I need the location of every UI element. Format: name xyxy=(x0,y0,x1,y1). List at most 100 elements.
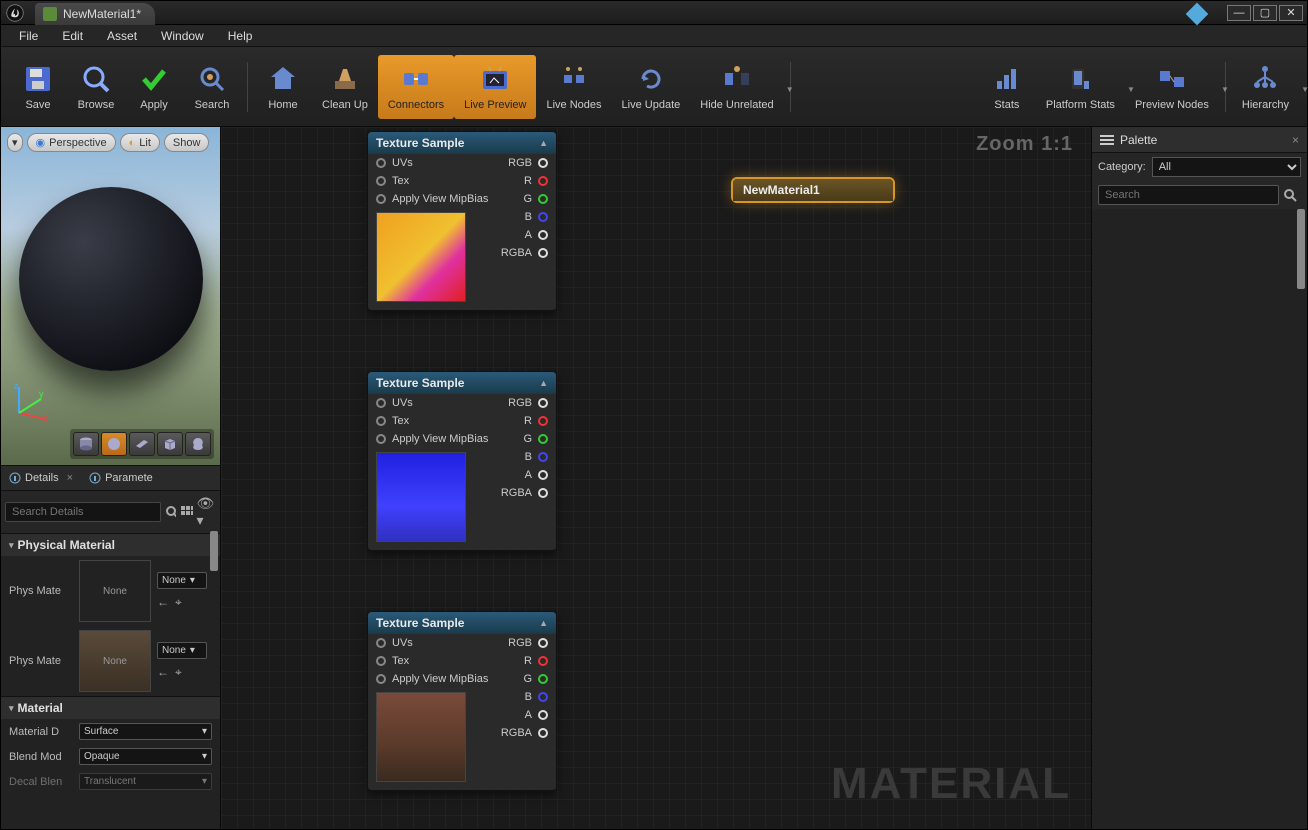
eye-icon[interactable]: 👁▾ xyxy=(197,495,216,529)
close-button[interactable]: ✕ xyxy=(1279,5,1303,21)
toolbar-search-button[interactable]: Search xyxy=(183,55,241,119)
tab-details[interactable]: Details× xyxy=(1,469,81,487)
minimize-button[interactable]: — xyxy=(1227,5,1251,21)
output-pin[interactable] xyxy=(538,158,548,168)
input-pin[interactable] xyxy=(376,674,386,684)
viewport-perspective-button[interactable]: ◉Perspective xyxy=(27,133,116,152)
toolbar-livepreview-button[interactable]: Live Preview xyxy=(454,55,536,119)
palette-search-input[interactable] xyxy=(1098,185,1279,205)
source-control-icon[interactable] xyxy=(1186,2,1209,25)
search-icon[interactable] xyxy=(165,505,176,519)
viewport-options-button[interactable]: ▾ xyxy=(7,133,23,152)
phys-material-thumb-2[interactable]: None xyxy=(79,630,151,692)
output-pin[interactable] xyxy=(538,488,548,498)
output-pin[interactable] xyxy=(538,692,548,702)
viewport-lit-button[interactable]: ◐Lit xyxy=(120,133,160,152)
input-pin[interactable] xyxy=(376,194,386,204)
browse-to-icon[interactable]: ⌖ xyxy=(175,595,182,610)
dropdown-icon[interactable]: ▼ xyxy=(1301,85,1308,94)
toolbar-home-button[interactable]: Home xyxy=(254,55,312,119)
toolbar-browse-button[interactable]: Browse xyxy=(67,55,125,119)
toolbar-hierarchy-button[interactable]: Hierarchy▼ xyxy=(1232,55,1299,119)
output-pin[interactable] xyxy=(538,728,548,738)
search-icon[interactable] xyxy=(1279,185,1301,205)
preview-viewport[interactable]: ▾ ◉Perspective ◐Lit Show zxy xyxy=(1,127,220,465)
menu-asset[interactable]: Asset xyxy=(97,27,147,45)
toolbar-liveupdate-button[interactable]: Live Update xyxy=(612,55,691,119)
phys-material-combo-2[interactable]: None▾ xyxy=(157,642,207,659)
blend-mode-combo[interactable]: Opaque▾ xyxy=(79,748,212,765)
output-pin[interactable] xyxy=(538,230,548,240)
input-pin[interactable] xyxy=(376,656,386,666)
output-pin[interactable] xyxy=(538,212,548,222)
output-pin[interactable] xyxy=(538,248,548,258)
use-selected-icon[interactable]: ← xyxy=(157,595,169,610)
use-selected-icon-2[interactable]: ← xyxy=(157,665,169,680)
menu-edit[interactable]: Edit xyxy=(52,27,93,45)
output-pin[interactable] xyxy=(538,416,548,426)
collapse-icon[interactable]: ▲ xyxy=(539,618,548,628)
output-pin[interactable] xyxy=(538,452,548,462)
toolbar-platformstats-button[interactable]: Platform Stats▼ xyxy=(1036,55,1125,119)
output-pin[interactable] xyxy=(538,434,548,444)
collapse-icon[interactable]: ▲ xyxy=(539,138,548,148)
material-graph[interactable]: Zoom 1:1 MATERIAL Texture Sample▲UVsRGBT… xyxy=(221,127,1091,829)
toolbar-save-button[interactable]: Save xyxy=(9,55,67,119)
output-pin[interactable] xyxy=(538,710,548,720)
toolbar-stats-button[interactable]: Stats xyxy=(978,55,1036,119)
menu-help[interactable]: Help xyxy=(218,27,263,45)
output-pin[interactable] xyxy=(538,470,548,480)
texture-sample-node[interactable]: Texture Sample▲UVsRGBTexRApply View MipB… xyxy=(367,611,557,791)
texture-sample-node[interactable]: Texture Sample▲UVsRGBTexRApply View MipB… xyxy=(367,131,557,311)
palette-close-icon[interactable]: × xyxy=(1292,133,1299,147)
shape-custom-button[interactable] xyxy=(185,432,211,456)
toolbar-apply-button[interactable]: Apply xyxy=(125,55,183,119)
scrollbar[interactable] xyxy=(1297,209,1305,289)
category-physical-material[interactable]: Physical Material xyxy=(1,533,220,556)
matrix-icon[interactable] xyxy=(180,505,193,519)
collapse-icon[interactable]: ▲ xyxy=(539,378,548,388)
dropdown-icon[interactable]: ▼ xyxy=(1221,85,1229,94)
input-pin[interactable] xyxy=(376,158,386,168)
output-pin[interactable] xyxy=(538,194,548,204)
shape-cube-button[interactable] xyxy=(157,432,183,456)
scrollbar[interactable] xyxy=(210,531,218,571)
category-material[interactable]: Material xyxy=(1,696,220,719)
shape-plane-button[interactable] xyxy=(129,432,155,456)
palette-category-select[interactable]: All xyxy=(1152,157,1301,177)
input-pin[interactable] xyxy=(376,398,386,408)
input-pin[interactable] xyxy=(376,434,386,444)
shape-cylinder-button[interactable] xyxy=(73,432,99,456)
output-pin[interactable] xyxy=(538,656,548,666)
material-output-node[interactable]: NewMaterial1 xyxy=(731,177,895,203)
document-tab[interactable]: NewMaterial1* xyxy=(35,3,155,25)
output-pin[interactable] xyxy=(538,638,548,648)
toolbar-label: Apply xyxy=(140,99,168,111)
toolbar-livenodes-button[interactable]: Live Nodes xyxy=(536,55,611,119)
phys-material-combo[interactable]: None▾ xyxy=(157,572,207,589)
viewport-show-button[interactable]: Show xyxy=(164,133,210,152)
toolbar-connectors-button[interactable]: Connectors xyxy=(378,55,454,119)
phys-material-thumb[interactable]: None xyxy=(79,560,151,622)
material-domain-combo[interactable]: Surface▾ xyxy=(79,723,212,740)
menu-window[interactable]: Window xyxy=(151,27,214,45)
output-pin[interactable] xyxy=(538,176,548,186)
palette-header[interactable]: Palette × xyxy=(1092,127,1307,153)
decal-blend-combo[interactable]: Translucent▾ xyxy=(79,773,212,790)
output-pin[interactable] xyxy=(538,674,548,684)
tab-parameters[interactable]: Paramete xyxy=(81,469,161,487)
input-pin[interactable] xyxy=(376,638,386,648)
toolbar-previewnodes-button[interactable]: Preview Nodes▼ xyxy=(1125,55,1219,119)
input-pin[interactable] xyxy=(376,176,386,186)
output-pin[interactable] xyxy=(538,398,548,408)
dropdown-icon[interactable]: ▼ xyxy=(786,85,794,94)
shape-sphere-button[interactable] xyxy=(101,432,127,456)
details-search-input[interactable] xyxy=(5,502,161,522)
input-pin[interactable] xyxy=(376,416,386,426)
toolbar-cleanup-button[interactable]: Clean Up xyxy=(312,55,378,119)
maximize-button[interactable]: ▢ xyxy=(1253,5,1277,21)
texture-sample-node[interactable]: Texture Sample▲UVsRGBTexRApply View MipB… xyxy=(367,371,557,551)
browse-to-icon-2[interactable]: ⌖ xyxy=(175,665,182,680)
menu-file[interactable]: File xyxy=(9,27,48,45)
toolbar-hideunrelated-button[interactable]: Hide Unrelated▼ xyxy=(690,55,783,119)
